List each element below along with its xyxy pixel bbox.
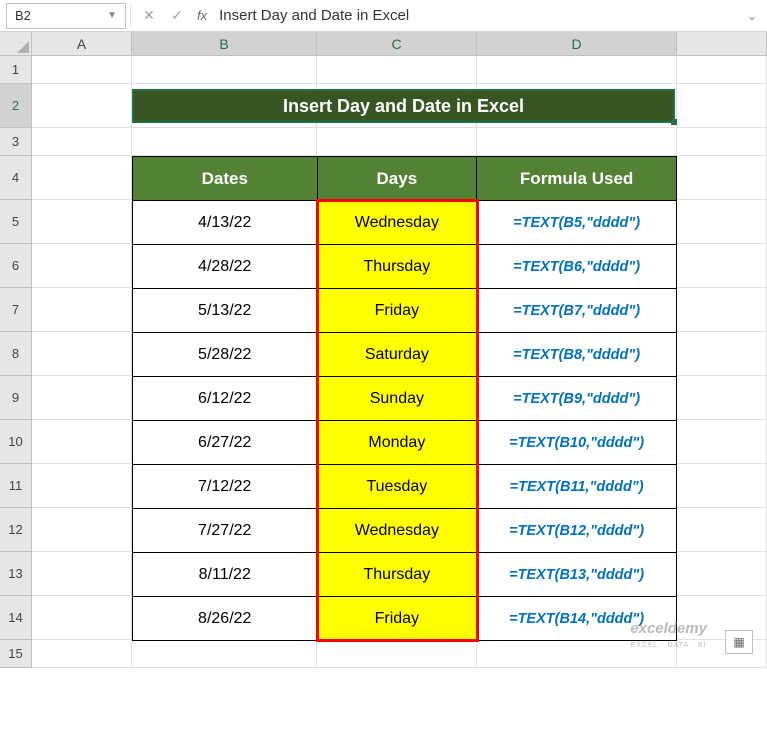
cell-date[interactable]: 4/28/22	[133, 245, 318, 289]
cell-formula[interactable]: =TEXT(B7,"dddd")	[477, 289, 677, 333]
table-header-row: Dates Days Formula Used	[133, 157, 677, 201]
header-formula[interactable]: Formula Used	[477, 157, 677, 201]
table-row[interactable]: 4/13/22Wednesday=TEXT(B5,"dddd")	[133, 201, 677, 245]
cell-day[interactable]: Wednesday	[317, 509, 477, 553]
sheet-area: A B C D 1 2 3 4 5 6 7 8 9 10 11 12 13 14…	[0, 32, 767, 668]
row-header-10[interactable]: 10	[0, 420, 32, 464]
cell-date[interactable]: 7/27/22	[133, 509, 318, 553]
cell-day[interactable]: Friday	[317, 289, 477, 333]
cell-formula[interactable]: =TEXT(B12,"dddd")	[477, 509, 677, 553]
row-header-11[interactable]: 11	[0, 464, 32, 508]
paste-options-icon[interactable]: ▦	[725, 630, 753, 654]
col-header-A[interactable]: A	[32, 32, 132, 55]
formula-bar-row: B2 ▼ ✕ ✓ fx ⌄	[0, 0, 767, 32]
cell-formula[interactable]: =TEXT(B6,"dddd")	[477, 245, 677, 289]
cell-day[interactable]: Wednesday	[317, 201, 477, 245]
col-header-B[interactable]: B	[132, 32, 317, 55]
row-header-2[interactable]: 2	[0, 84, 32, 128]
cell-day[interactable]: Sunday	[317, 377, 477, 421]
cell-formula[interactable]: =TEXT(B10,"dddd")	[477, 421, 677, 465]
cell-date[interactable]: 8/11/22	[133, 553, 318, 597]
row-header-14[interactable]: 14	[0, 596, 32, 640]
row-headers: 1 2 3 4 5 6 7 8 9 10 11 12 13 14 15	[0, 56, 32, 668]
table-row[interactable]: 7/12/22Tuesday=TEXT(B11,"dddd")	[133, 465, 677, 509]
cell-day[interactable]: Tuesday	[317, 465, 477, 509]
expand-formula-bar-icon[interactable]: ⌄	[747, 9, 767, 23]
cell-date[interactable]: 7/12/22	[133, 465, 318, 509]
row-header-4[interactable]: 4	[0, 156, 32, 200]
name-box-value: B2	[15, 8, 31, 23]
row-header-8[interactable]: 8	[0, 332, 32, 376]
select-all-corner[interactable]	[0, 32, 32, 56]
row-header-5[interactable]: 5	[0, 200, 32, 244]
cell-date[interactable]: 4/13/22	[133, 201, 318, 245]
table-row[interactable]: 7/27/22Wednesday=TEXT(B12,"dddd")	[133, 509, 677, 553]
row-header-13[interactable]: 13	[0, 552, 32, 596]
row-header-9[interactable]: 9	[0, 376, 32, 420]
column-headers: A B C D	[32, 32, 767, 56]
cell-day[interactable]: Friday	[317, 597, 477, 641]
col-header-D[interactable]: D	[477, 32, 677, 55]
col-header-blank[interactable]	[677, 32, 767, 55]
chevron-down-icon[interactable]: ▼	[107, 10, 117, 21]
row-header-6[interactable]: 6	[0, 244, 32, 288]
cancel-formula-button[interactable]: ✕	[135, 3, 163, 29]
table-row[interactable]: 4/28/22Thursday=TEXT(B6,"dddd")	[133, 245, 677, 289]
cell-date[interactable]: 5/13/22	[133, 289, 318, 333]
table-row[interactable]: 5/13/22Friday=TEXT(B7,"dddd")	[133, 289, 677, 333]
cell-date[interactable]: 6/12/22	[133, 377, 318, 421]
cell-date[interactable]: 5/28/22	[133, 333, 318, 377]
row-header-12[interactable]: 12	[0, 508, 32, 552]
divider	[130, 5, 131, 27]
name-box[interactable]: B2 ▼	[6, 3, 126, 29]
fx-icon[interactable]: fx	[197, 8, 207, 23]
table-body: 4/13/22Wednesday=TEXT(B5,"dddd")4/28/22T…	[133, 201, 677, 641]
cell-day[interactable]: Thursday	[317, 553, 477, 597]
header-dates[interactable]: Dates	[133, 157, 318, 201]
cell-day[interactable]: Monday	[317, 421, 477, 465]
cell-formula[interactable]: =TEXT(B11,"dddd")	[477, 465, 677, 509]
header-days[interactable]: Days	[317, 157, 477, 201]
row-header-7[interactable]: 7	[0, 288, 32, 332]
cell-formula[interactable]: =TEXT(B8,"dddd")	[477, 333, 677, 377]
row-header-3[interactable]: 3	[0, 128, 32, 156]
table-row[interactable]: 8/26/22Friday=TEXT(B14,"dddd")	[133, 597, 677, 641]
row-header-15[interactable]: 15	[0, 640, 32, 668]
table-row[interactable]: 5/28/22Saturday=TEXT(B8,"dddd")	[133, 333, 677, 377]
table-row[interactable]: 6/12/22Sunday=TEXT(B9,"dddd")	[133, 377, 677, 421]
cell-date[interactable]: 8/26/22	[133, 597, 318, 641]
cell-formula[interactable]: =TEXT(B5,"dddd")	[477, 201, 677, 245]
col-header-C[interactable]: C	[317, 32, 477, 55]
table-row[interactable]: 6/27/22Monday=TEXT(B10,"dddd")	[133, 421, 677, 465]
grid[interactable]: Insert Day and Date in Excel Dates Days …	[32, 56, 767, 668]
accept-formula-button[interactable]: ✓	[163, 3, 191, 29]
page-title-text: Insert Day and Date in Excel	[283, 96, 524, 117]
cell-day[interactable]: Thursday	[317, 245, 477, 289]
cell-formula[interactable]: =TEXT(B13,"dddd")	[477, 553, 677, 597]
cell-formula[interactable]: =TEXT(B14,"dddd")	[477, 597, 677, 641]
data-table: Dates Days Formula Used 4/13/22Wednesday…	[132, 156, 677, 641]
formula-input[interactable]	[213, 3, 747, 29]
cell-day[interactable]: Saturday	[317, 333, 477, 377]
cell-date[interactable]: 6/27/22	[133, 421, 318, 465]
row-header-1[interactable]: 1	[0, 56, 32, 84]
table-row[interactable]: 8/11/22Thursday=TEXT(B13,"dddd")	[133, 553, 677, 597]
cell-formula[interactable]: =TEXT(B9,"dddd")	[477, 377, 677, 421]
page-title[interactable]: Insert Day and Date in Excel	[132, 89, 675, 123]
